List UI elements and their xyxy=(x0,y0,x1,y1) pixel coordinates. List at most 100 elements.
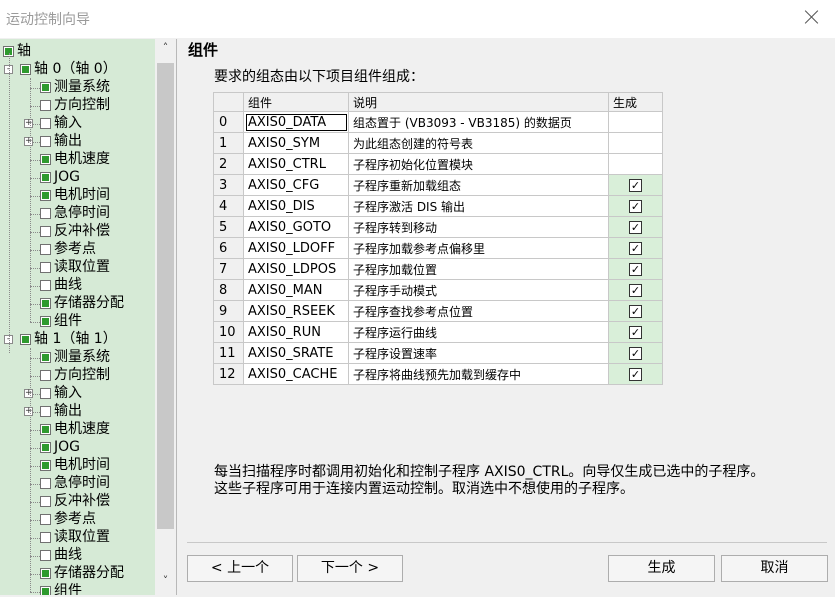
checkbox[interactable] xyxy=(40,424,51,435)
table-row[interactable]: 8 AXIS0_MAN 子程序手动模式 ✓ xyxy=(213,279,663,301)
generate-cell[interactable]: ✓ xyxy=(608,174,663,196)
generate-checkbox[interactable]: ✓ xyxy=(629,283,642,297)
table-row[interactable]: 1 AXIS0_SYM 为此组态创建的符号表 xyxy=(213,132,663,154)
tree-item[interactable]: 曲线 xyxy=(40,546,82,564)
tree-item[interactable]: 输出 xyxy=(40,402,82,420)
generate-checkbox[interactable]: ✓ xyxy=(629,346,642,360)
close-icon[interactable] xyxy=(803,8,821,26)
checkbox[interactable] xyxy=(40,460,51,471)
checkbox[interactable] xyxy=(40,568,51,579)
component-cell[interactable]: AXIS0_RUN xyxy=(243,321,349,343)
component-cell[interactable]: AXIS0_SRATE xyxy=(243,342,349,364)
expand-icon[interactable]: + xyxy=(24,407,33,416)
tree-item[interactable]: 电机速度 xyxy=(40,420,110,438)
tree-item[interactable]: 输出 xyxy=(40,132,82,150)
tree-item[interactable]: 组件 xyxy=(40,312,82,330)
generate-cell[interactable]: ✓ xyxy=(608,258,663,280)
checkbox[interactable] xyxy=(40,370,51,381)
tree-item[interactable]: 存储器分配 xyxy=(40,564,124,582)
component-cell[interactable]: AXIS0_LDPOS xyxy=(243,258,349,280)
checkbox[interactable] xyxy=(40,352,51,363)
table-row[interactable]: 7 AXIS0_LDPOS 子程序加载位置 ✓ xyxy=(213,258,663,280)
tree-root[interactable]: 轴 xyxy=(3,42,31,60)
checkbox[interactable] xyxy=(40,100,51,111)
checkbox[interactable] xyxy=(40,208,51,219)
component-cell[interactable]: AXIS0_MAN xyxy=(243,279,349,301)
checkbox[interactable] xyxy=(40,244,51,255)
generate-cell[interactable]: ✓ xyxy=(608,321,663,343)
cancel-button[interactable]: 取消 xyxy=(721,555,828,582)
checkbox[interactable] xyxy=(40,298,51,309)
generate-cell[interactable]: ✓ xyxy=(608,195,663,217)
checkbox[interactable] xyxy=(40,316,51,327)
table-row[interactable]: 2 AXIS0_CTRL 子程序初始化位置模块 xyxy=(213,153,663,175)
generate-checkbox[interactable]: ✓ xyxy=(629,178,642,192)
checkbox[interactable] xyxy=(40,262,51,273)
scroll-down-icon[interactable]: ˅ xyxy=(155,574,176,594)
tree-item[interactable]: 方向控制 xyxy=(40,366,110,384)
checkbox[interactable] xyxy=(40,532,51,543)
scroll-thumb[interactable] xyxy=(157,63,174,529)
generate-cell[interactable]: ✓ xyxy=(608,363,663,385)
generate-cell[interactable]: ✓ xyxy=(608,216,663,238)
table-row[interactable]: 10 AXIS0_RUN 子程序运行曲线 ✓ xyxy=(213,321,663,343)
generate-cell[interactable]: ✓ xyxy=(608,300,663,322)
tree-item[interactable]: 反冲补偿 xyxy=(40,492,110,510)
checkbox[interactable] xyxy=(40,442,51,453)
tree-item[interactable]: 参考点 xyxy=(40,510,96,528)
checkbox[interactable] xyxy=(40,154,51,165)
tree-axis-1[interactable]: 轴 1（轴 1） xyxy=(20,330,117,348)
tree-item[interactable]: 急停时间 xyxy=(40,204,110,222)
checkbox[interactable] xyxy=(40,226,51,237)
table-row[interactable]: 11 AXIS0_SRATE 子程序设置速率 ✓ xyxy=(213,342,663,364)
component-cell[interactable]: AXIS0_CACHE xyxy=(243,363,349,385)
generate-checkbox[interactable]: ✓ xyxy=(629,325,642,339)
tree-item[interactable]: 方向控制 xyxy=(40,96,110,114)
generate-checkbox[interactable]: ✓ xyxy=(629,241,642,255)
table-row[interactable]: 0 AXIS0_DATA 组态置于 (VB3093 - VB3185) 的数据页 xyxy=(213,111,663,133)
expand-icon[interactable]: + xyxy=(24,137,33,146)
generate-checkbox[interactable]: ✓ xyxy=(629,199,642,213)
next-button[interactable]: 下一个 > xyxy=(297,555,403,582)
checkbox[interactable] xyxy=(40,550,51,561)
component-cell[interactable]: AXIS0_SYM xyxy=(243,132,349,154)
component-cell[interactable]: AXIS0_LDOFF xyxy=(243,237,349,259)
tree-item[interactable]: 反冲补偿 xyxy=(40,222,110,240)
tree-item[interactable]: 读取位置 xyxy=(40,258,110,276)
component-cell[interactable]: AXIS0_DATA xyxy=(243,111,349,133)
tree-item[interactable]: 测量系统 xyxy=(40,348,110,366)
generate-button[interactable]: 生成 xyxy=(608,555,715,582)
tree-item[interactable]: 曲线 xyxy=(40,276,82,294)
checkbox[interactable] xyxy=(40,586,51,595)
component-cell[interactable]: AXIS0_CTRL xyxy=(243,153,349,175)
generate-checkbox[interactable]: ✓ xyxy=(629,304,642,318)
table-row[interactable]: 12 AXIS0_CACHE 子程序将曲线预先加载到缓存中 ✓ xyxy=(213,363,663,385)
tree-item[interactable]: 组件 xyxy=(40,582,82,595)
table-row[interactable]: 4 AXIS0_DIS 子程序激活 DIS 输出 ✓ xyxy=(213,195,663,217)
previous-button[interactable]: < 上一个 xyxy=(187,555,293,582)
checkbox[interactable] xyxy=(40,136,51,147)
checkbox[interactable] xyxy=(40,118,51,129)
tree-item[interactable]: 参考点 xyxy=(40,240,96,258)
checkbox[interactable] xyxy=(40,514,51,525)
tree-item[interactable]: 电机时间 xyxy=(40,186,110,204)
tree-item[interactable]: 输入 xyxy=(40,384,82,402)
component-cell[interactable]: AXIS0_GOTO xyxy=(243,216,349,238)
tree-item[interactable]: JOG xyxy=(40,168,80,186)
tree-item[interactable]: 读取位置 xyxy=(40,528,110,546)
tree-item[interactable]: 测量系统 xyxy=(40,78,110,96)
table-row[interactable]: 3 AXIS0_CFG 子程序重新加载组态 ✓ xyxy=(213,174,663,196)
expand-icon[interactable]: + xyxy=(24,119,33,128)
table-row[interactable]: 9 AXIS0_RSEEK 子程序查找参考点位置 ✓ xyxy=(213,300,663,322)
checkbox[interactable] xyxy=(40,172,51,183)
checkbox[interactable] xyxy=(40,388,51,399)
table-row[interactable]: 5 AXIS0_GOTO 子程序转到移动 ✓ xyxy=(213,216,663,238)
checkbox[interactable] xyxy=(40,406,51,417)
tree-item[interactable]: 存储器分配 xyxy=(40,294,124,312)
checkbox[interactable] xyxy=(40,478,51,489)
checkbox[interactable] xyxy=(40,496,51,507)
generate-cell[interactable]: ✓ xyxy=(608,237,663,259)
generate-checkbox[interactable]: ✓ xyxy=(629,262,642,276)
scroll-up-icon[interactable]: ˄ xyxy=(155,41,176,61)
tree-item[interactable]: 输入 xyxy=(40,114,82,132)
